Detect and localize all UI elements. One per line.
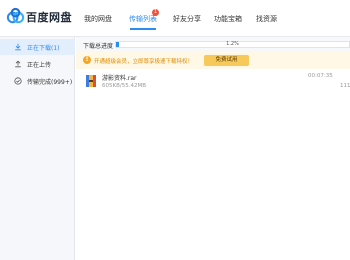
download-icon — [15, 43, 21, 51]
transfer-count-badge: 1 — [152, 9, 159, 16]
upload-icon — [15, 60, 21, 68]
brand-title: 百度网盘 — [26, 11, 72, 24]
sidebar-item-label: 正在上传 — [27, 62, 52, 69]
transfer-main-panel: 下载总进度 1.2% ! 开通超级会员，立即尊享极速下载特权！ 免费试用 游影资… — [76, 37, 350, 260]
vip-notice-banner: ! 开通超级会员，立即尊享极速下载特权！ 免费试用 — [76, 52, 350, 69]
check-circle-icon — [14, 77, 22, 85]
archive-file-icon — [86, 75, 96, 87]
total-progress-percent: 1.2% — [226, 41, 239, 47]
total-progress-bar: 1.2% — [115, 41, 350, 48]
sidebar-item-label: 正在下载(1) — [27, 45, 60, 52]
warning-icon: ! — [83, 56, 91, 64]
top-header: 百度网盘 我的网盘 传输列表 1 好友分享 功能宝箱 找资源 — [0, 0, 350, 37]
total-progress-label: 下载总进度 — [83, 43, 114, 50]
task-remaining-time: 00:07:35 — [308, 73, 333, 79]
list-item[interactable]: 游影资料.rar 605KB/55.42MB 00:07:35 111 — [76, 70, 350, 96]
task-file-name: 游影资料.rar — [102, 75, 137, 82]
baidu-netdisk-logo-icon — [6, 7, 25, 24]
tab-find-resources[interactable]: 找资源 — [256, 14, 277, 24]
transfer-sidebar: 正在下载(1) 正在上传 传输完成(999+) — [0, 37, 75, 260]
tab-my-disk[interactable]: 我的网盘 — [84, 14, 112, 24]
task-file-size: 605KB/55.42MB — [102, 83, 146, 89]
tab-friend-share[interactable]: 好友分享 — [173, 14, 201, 24]
total-download-progress-row: 下载总进度 1.2% — [76, 37, 350, 52]
sidebar-item-label: 传输完成(999+) — [27, 79, 73, 86]
sidebar-item-downloading[interactable]: 正在下载(1) — [0, 39, 75, 55]
notice-text: 开通超级会员，立即尊享极速下载特权！ — [94, 59, 194, 65]
sidebar-item-uploading[interactable]: 正在上传 — [0, 56, 75, 72]
active-tab-indicator — [130, 28, 156, 30]
task-speed: 111 — [340, 83, 350, 89]
free-trial-button[interactable]: 免费试用 — [204, 55, 249, 66]
sidebar-item-completed[interactable]: 传输完成(999+) — [0, 73, 75, 89]
tab-feature-box[interactable]: 功能宝箱 — [214, 14, 242, 24]
